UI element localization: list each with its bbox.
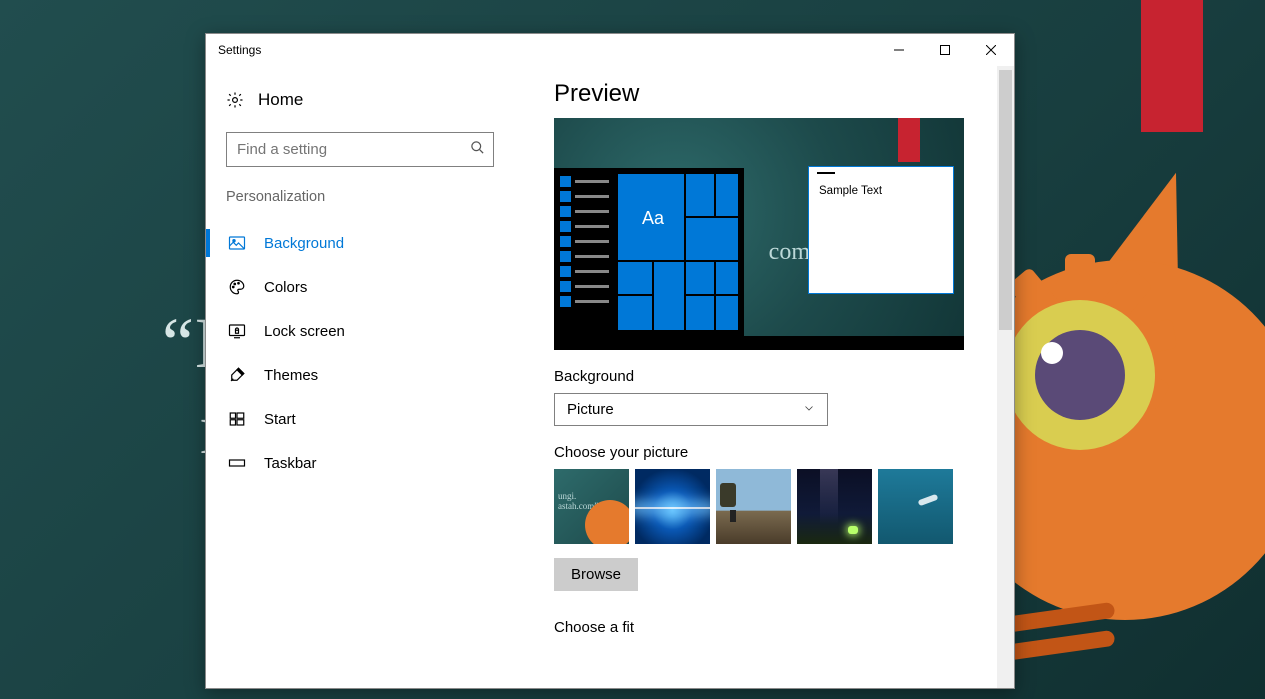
picture-icon [228, 234, 246, 252]
maximize-icon [940, 45, 950, 55]
close-icon [986, 45, 996, 55]
settings-window: Settings Home [205, 33, 1015, 689]
close-button[interactable] [968, 35, 1014, 65]
picture-thumb-2[interactable] [635, 469, 710, 544]
picture-thumb-3[interactable] [716, 469, 791, 544]
scrollbar[interactable] [997, 66, 1014, 688]
home-link[interactable]: Home [206, 86, 514, 114]
chevron-down-icon [803, 401, 815, 418]
preview-heading: Preview [554, 80, 966, 108]
gear-icon [226, 91, 244, 109]
palette-icon [228, 278, 246, 296]
background-dropdown[interactable]: Picture [554, 393, 828, 426]
nav-lockscreen[interactable]: Lock screen [206, 309, 514, 353]
picture-thumb-1[interactable]: ungi. astah.com” [554, 469, 629, 544]
dropdown-value: Picture [567, 401, 614, 418]
left-pane: Home Personalization Background Color [206, 66, 514, 688]
nav-label: Taskbar [264, 455, 317, 472]
minimize-icon [894, 45, 904, 55]
search-input[interactable] [235, 140, 470, 159]
choose-picture-label: Choose your picture [554, 444, 966, 461]
taskbar-icon [228, 454, 246, 472]
titlebar[interactable]: Settings [206, 34, 1014, 66]
search-box[interactable] [226, 132, 494, 167]
lockscreen-icon [228, 322, 246, 340]
choose-fit-label: Choose a fit [554, 619, 966, 636]
picture-thumbnails: ungi. astah.com” [554, 469, 966, 544]
nav-themes[interactable]: Themes [206, 353, 514, 397]
picture-thumb-5[interactable] [878, 469, 953, 544]
search-icon [470, 140, 485, 160]
nav-colors[interactable]: Colors [206, 265, 514, 309]
right-pane: Preview “Ku m com” [514, 66, 1014, 688]
wallpaper-red-ribbon [1141, 0, 1203, 132]
themes-icon [228, 366, 246, 384]
nav-background[interactable]: Background [206, 221, 514, 265]
browse-button[interactable]: Browse [554, 558, 638, 591]
background-label: Background [554, 368, 966, 385]
preview-tile-label: Aa [642, 208, 664, 229]
nav-label: Lock screen [264, 323, 345, 340]
window-title: Settings [218, 43, 261, 57]
nav-start[interactable]: Start [206, 397, 514, 441]
minimize-button[interactable] [876, 35, 922, 65]
section-label: Personalization [206, 189, 514, 205]
picture-thumb-4[interactable] [797, 469, 872, 544]
nav-label: Background [264, 235, 344, 252]
home-label: Home [258, 90, 303, 110]
maximize-button[interactable] [922, 35, 968, 65]
desktop-preview: “Ku m com” Aa [554, 118, 964, 350]
sample-window: Sample Text [808, 166, 954, 294]
sample-text: Sample Text [819, 185, 943, 197]
nav-label: Themes [264, 367, 318, 384]
scrollbar-thumb[interactable] [999, 70, 1012, 330]
nav-taskbar[interactable]: Taskbar [206, 441, 514, 485]
nav-label: Start [264, 411, 296, 428]
nav-label: Colors [264, 279, 307, 296]
start-icon [228, 410, 246, 428]
